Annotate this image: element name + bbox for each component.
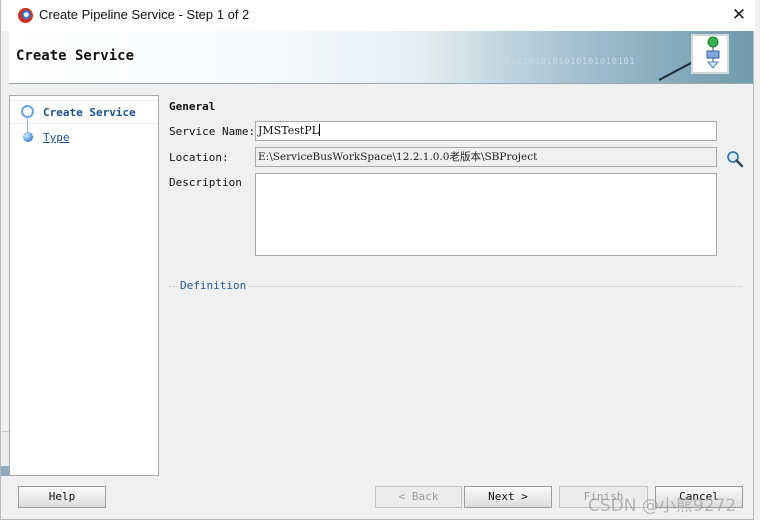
- banner-binary-decoration: 0101010101010101010101: [505, 57, 636, 67]
- app-logo-icon: [18, 8, 33, 23]
- text-caret: [318, 124, 320, 136]
- window-title: Create Pipeline Service - Step 1 of 2: [39, 7, 250, 22]
- location-label: Location:: [169, 151, 229, 164]
- banner-title: Create Service: [16, 48, 135, 64]
- location-field[interactable]: E:\ServiceBusWorkSpace\12.2.1.0.0老版本\SBP…: [255, 147, 717, 167]
- background-window-edge: [1, 431, 9, 471]
- next-button[interactable]: Next >: [464, 486, 552, 508]
- definition-label: Definition: [180, 279, 247, 292]
- nav-step-type[interactable]: Type: [10, 126, 158, 150]
- help-button[interactable]: Help: [18, 486, 106, 508]
- title-bar: Create Pipeline Service - Step 1 of 2 ✕: [1, 0, 755, 31]
- circle-bullet-icon: [23, 132, 33, 142]
- location-value: E:\ServiceBusWorkSpace\12.2.1.0.0老版本\SBP…: [258, 151, 538, 163]
- dialog-window: Create Pipeline Service - Step 1 of 2 ✕ …: [0, 0, 755, 520]
- divider: [169, 286, 177, 287]
- back-button[interactable]: < Back: [375, 486, 462, 508]
- description-textarea[interactable]: [255, 173, 717, 256]
- definition-section-header[interactable]: Definition: [169, 279, 742, 293]
- divider: [249, 286, 742, 287]
- section-heading-general: General: [169, 100, 216, 113]
- service-name-value: JMSTestPL: [258, 124, 319, 137]
- service-name-label: Service Name:: [169, 125, 256, 138]
- circle-bullet-icon: [21, 105, 34, 118]
- close-icon[interactable]: ✕: [727, 3, 751, 27]
- nav-step-label: Create Service: [43, 106, 136, 119]
- magnifier-icon[interactable]: [726, 150, 744, 168]
- description-label: Description: [169, 176, 242, 189]
- service-name-input[interactable]: JMSTestPL: [255, 121, 717, 141]
- banner-line-decoration: [658, 60, 695, 81]
- nav-step-label: Type: [43, 131, 70, 144]
- nav-step-create-service[interactable]: Create Service: [10, 100, 158, 124]
- form-content: General Service Name: JMSTestPL Location…: [166, 95, 751, 476]
- pipeline-wizard-icon: [691, 34, 729, 74]
- background-window-strip: [1, 466, 9, 476]
- wizard-steps-panel: Create Service Type: [9, 95, 159, 476]
- csdn-watermark: CSDN @小熊9272: [588, 496, 737, 516]
- wizard-banner: Create Service 0101010101010101010101: [9, 31, 753, 84]
